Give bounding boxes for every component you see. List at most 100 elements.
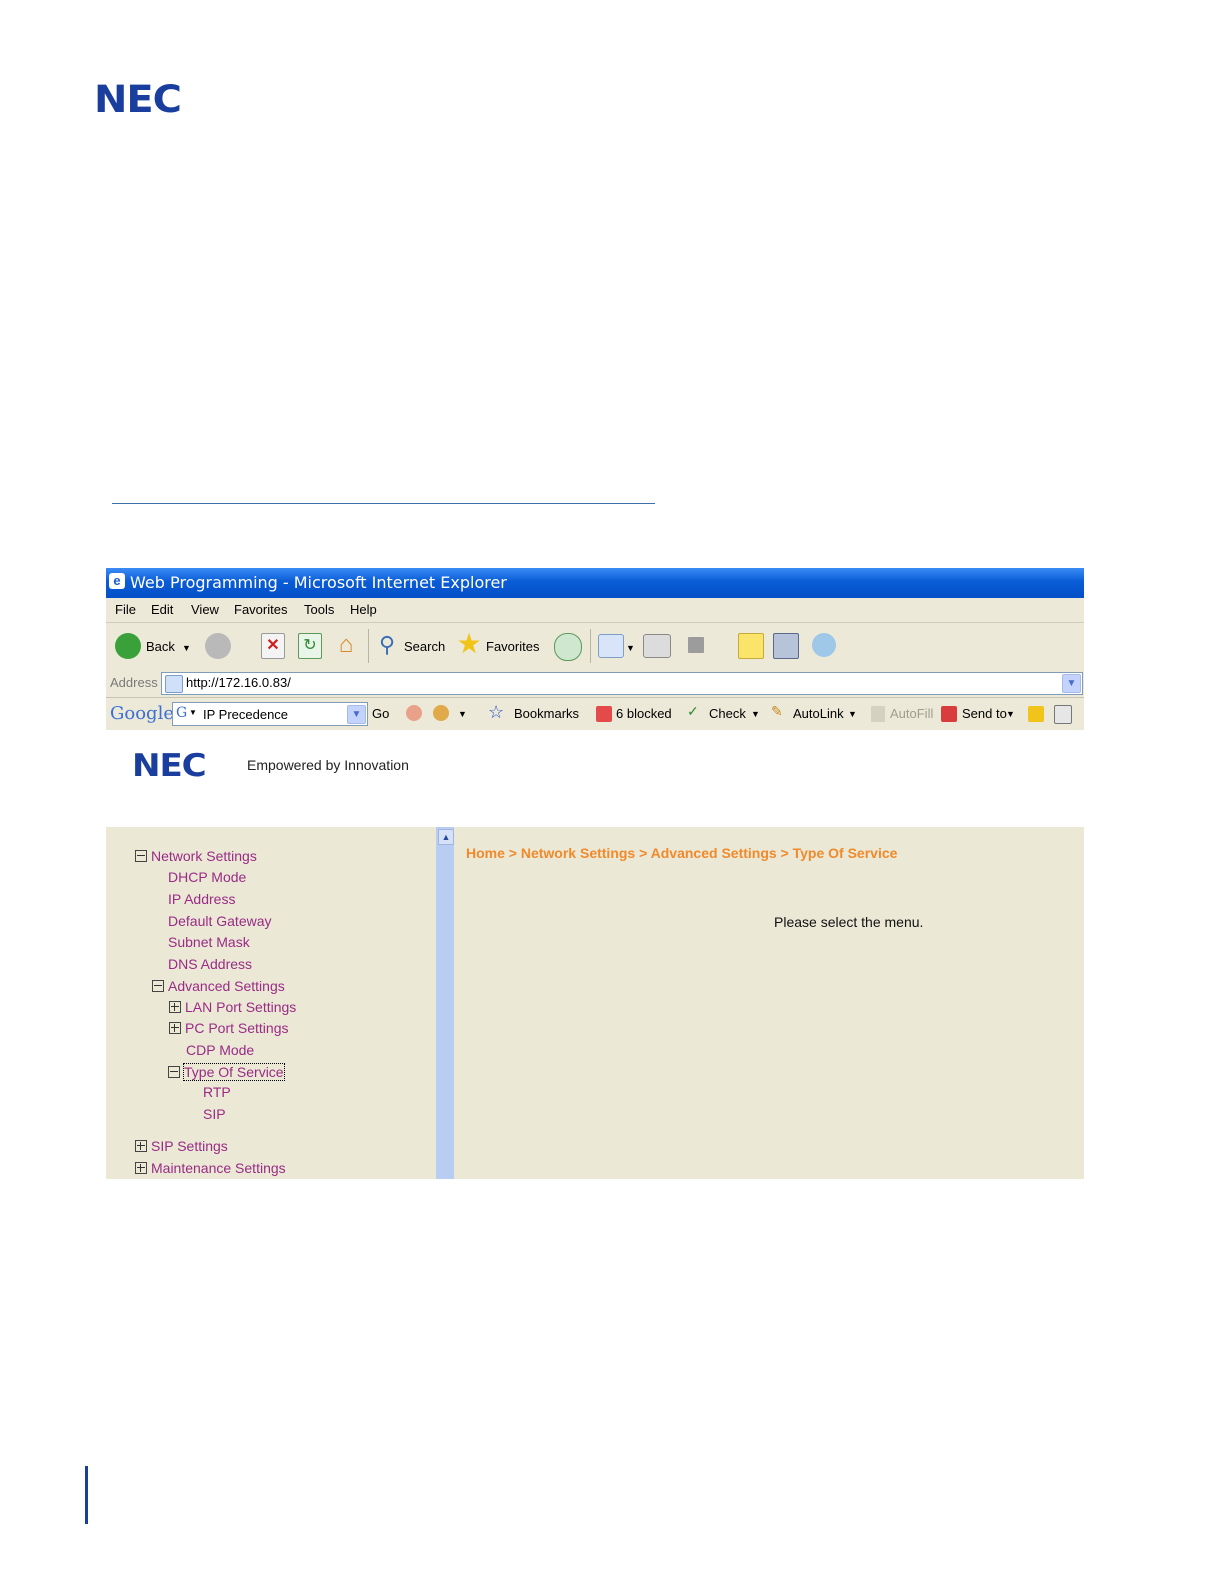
forward-icon[interactable] bbox=[205, 633, 231, 659]
autofill-icon[interactable] bbox=[871, 706, 885, 722]
bookmarks-star-icon[interactable]: ☆ bbox=[488, 702, 504, 723]
page-content: NEC Empowered by Innovation Network Sett… bbox=[106, 730, 1084, 1179]
document-margin-bar bbox=[85, 1466, 88, 1524]
nav-dns-address[interactable]: DNS Address bbox=[168, 956, 252, 972]
menu-help[interactable]: Help bbox=[350, 602, 377, 617]
nav-ip-address[interactable]: IP Address bbox=[168, 891, 235, 907]
collapse-icon[interactable] bbox=[152, 980, 164, 992]
google-g-icon: G bbox=[176, 705, 188, 721]
refresh-icon[interactable]: ↻ bbox=[298, 633, 322, 659]
mail-dropdown-icon[interactable]: ▼ bbox=[626, 643, 635, 653]
history-icon[interactable] bbox=[554, 633, 582, 661]
collapse-icon[interactable] bbox=[168, 1066, 180, 1078]
popup-blocker-icon[interactable] bbox=[596, 706, 612, 722]
nav-sip[interactable]: SIP bbox=[203, 1106, 226, 1122]
google-options-icon[interactable] bbox=[433, 705, 449, 721]
nav-subnet-mask[interactable]: Subnet Mask bbox=[168, 934, 250, 950]
bookmarks-button[interactable]: Bookmarks bbox=[514, 706, 579, 721]
favorites-button[interactable]: Favorites bbox=[486, 639, 539, 654]
autolink-button[interactable]: AutoLink bbox=[793, 706, 844, 721]
menu-edit[interactable]: Edit bbox=[151, 602, 173, 617]
select-menu-message: Please select the menu. bbox=[774, 914, 924, 930]
page-icon bbox=[165, 675, 183, 693]
check-dropdown-icon[interactable]: ▼ bbox=[751, 709, 760, 719]
address-input[interactable]: http://172.16.0.83/ ▼ bbox=[161, 672, 1083, 695]
back-dropdown-icon[interactable]: ▼ bbox=[182, 643, 191, 653]
edit-icon[interactable] bbox=[688, 637, 704, 653]
tagline: Empowered by Innovation bbox=[247, 757, 409, 773]
stop-icon[interactable]: ✕ bbox=[261, 633, 285, 659]
back-button[interactable]: Back bbox=[146, 639, 175, 654]
google-search-value: IP Precedence bbox=[203, 707, 289, 722]
nav-rtp[interactable]: RTP bbox=[203, 1084, 231, 1100]
nav-network-settings[interactable]: Network Settings bbox=[135, 848, 257, 864]
breadcrumb[interactable]: Home > Network Settings > Advanced Setti… bbox=[466, 845, 897, 861]
nav-advanced-settings[interactable]: Advanced Settings bbox=[152, 978, 285, 994]
print-icon[interactable] bbox=[643, 634, 671, 658]
navigation-tree: Network Settings DHCP Mode IP Address De… bbox=[106, 827, 436, 1179]
address-dropdown-icon[interactable]: ▼ bbox=[1062, 674, 1081, 693]
expand-icon[interactable] bbox=[169, 1001, 181, 1013]
nec-document-logo: NEC bbox=[94, 78, 182, 121]
nav-cdp-mode[interactable]: CDP Mode bbox=[186, 1042, 254, 1058]
page-banner: NEC Empowered by Innovation bbox=[106, 730, 1084, 827]
favorites-star-icon[interactable]: ★ bbox=[454, 629, 484, 659]
note-icon[interactable] bbox=[738, 633, 764, 659]
menu-view[interactable]: View bbox=[191, 602, 219, 617]
sendto-icon[interactable] bbox=[941, 706, 957, 722]
check-button[interactable]: Check bbox=[709, 706, 746, 721]
document-rule bbox=[112, 503, 655, 504]
nav-dhcp-mode[interactable]: DHCP Mode bbox=[168, 869, 246, 885]
google-logo: Google bbox=[110, 703, 174, 724]
home-icon[interactable]: ⌂ bbox=[333, 631, 359, 659]
search-button[interactable]: Search bbox=[404, 639, 445, 654]
google-menu-dropdown-icon[interactable]: ▼ bbox=[189, 708, 197, 717]
scroll-up-icon[interactable]: ▲ bbox=[438, 829, 454, 845]
browser-window: e Web Programming - Microsoft Internet E… bbox=[106, 568, 1084, 1179]
options-dropdown-icon[interactable]: ▼ bbox=[458, 709, 467, 719]
title-bar[interactable]: e Web Programming - Microsoft Internet E… bbox=[106, 568, 1084, 598]
expand-icon[interactable] bbox=[135, 1162, 147, 1174]
autolink-dropdown-icon[interactable]: ▼ bbox=[848, 709, 857, 719]
nav-type-of-service[interactable]: Type Of Service bbox=[168, 1063, 285, 1081]
nav-pc-port-settings[interactable]: PC Port Settings bbox=[169, 1020, 289, 1036]
nec-logo: NEC bbox=[132, 748, 207, 784]
sendto-button[interactable]: Send to bbox=[962, 706, 1007, 721]
google-toolbar: Google G ▼ IP Precedence ▼ Go ▼ ☆ Bookma… bbox=[106, 698, 1084, 731]
nav-sip-settings[interactable]: SIP Settings bbox=[135, 1138, 228, 1154]
nav-maintenance-settings[interactable]: Maintenance Settings bbox=[135, 1160, 286, 1176]
main-frame: Home > Network Settings > Advanced Setti… bbox=[454, 827, 1084, 1179]
window-title: Web Programming - Microsoft Internet Exp… bbox=[130, 573, 507, 592]
find-icon[interactable] bbox=[1054, 705, 1072, 724]
google-search-dropdown-icon[interactable]: ▼ bbox=[347, 705, 366, 724]
address-label: Address bbox=[110, 675, 158, 690]
menu-bar: File Edit View Favorites Tools Help bbox=[106, 598, 1084, 623]
mail-icon[interactable] bbox=[598, 634, 624, 658]
back-icon[interactable] bbox=[115, 633, 141, 659]
pagerank-icon[interactable] bbox=[406, 705, 422, 721]
autofill-button[interactable]: AutoFill bbox=[890, 706, 933, 721]
collapse-icon[interactable] bbox=[135, 850, 147, 862]
nav-lan-port-settings[interactable]: LAN Port Settings bbox=[169, 999, 296, 1015]
address-url: http://172.16.0.83/ bbox=[186, 675, 291, 690]
research-icon[interactable] bbox=[773, 633, 799, 659]
expand-icon[interactable] bbox=[169, 1022, 181, 1034]
google-search-input[interactable]: G ▼ IP Precedence ▼ bbox=[172, 702, 368, 726]
search-icon[interactable]: ⚲ bbox=[374, 631, 400, 659]
spellcheck-icon[interactable]: ✓ bbox=[687, 703, 699, 720]
address-bar: Address http://172.16.0.83/ ▼ bbox=[106, 669, 1084, 698]
highlight-icon[interactable] bbox=[1028, 706, 1044, 722]
standard-toolbar: Back ▼ ✕ ↻ ⌂ ⚲ Search ★ Favorites ▼ bbox=[106, 623, 1084, 670]
expand-icon[interactable] bbox=[135, 1140, 147, 1152]
popups-blocked-count[interactable]: 6 blocked bbox=[616, 706, 672, 721]
autolink-icon[interactable]: ✎ bbox=[771, 703, 783, 720]
menu-tools[interactable]: Tools bbox=[304, 602, 334, 617]
ie-logo-icon: e bbox=[109, 573, 125, 589]
menu-favorites[interactable]: Favorites bbox=[234, 602, 287, 617]
google-go-button[interactable]: Go bbox=[372, 706, 389, 721]
messenger-icon[interactable] bbox=[812, 633, 836, 657]
sendto-dropdown-icon[interactable]: ▼ bbox=[1006, 709, 1015, 719]
menu-file[interactable]: File bbox=[115, 602, 136, 617]
frame-scrollbar[interactable]: ▲ bbox=[436, 827, 454, 1179]
nav-default-gateway[interactable]: Default Gateway bbox=[168, 913, 272, 929]
